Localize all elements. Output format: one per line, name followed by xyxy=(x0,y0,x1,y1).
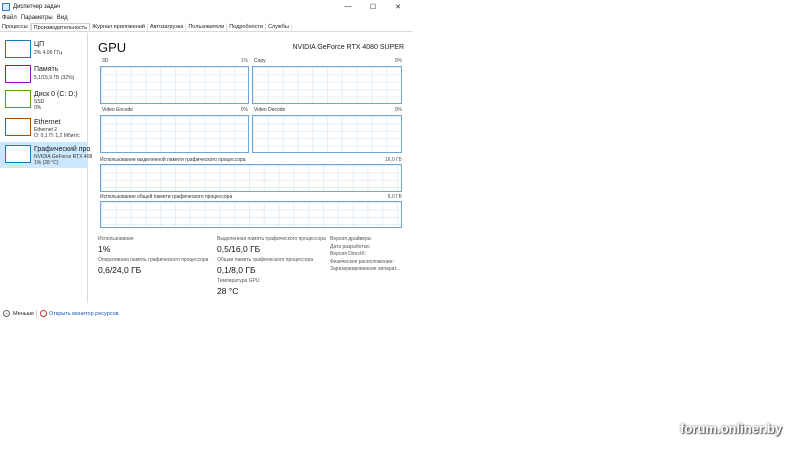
dedicated-memory-value: 0,5/16,0 ГБ xyxy=(217,244,261,254)
menu-file[interactable]: Файл xyxy=(0,13,19,23)
usage-value: 1% xyxy=(98,244,111,254)
tab-users[interactable]: Пользователи xyxy=(186,23,228,31)
gpu-temperature-label: Температура GPU xyxy=(217,278,260,284)
ethernet-thumbnail xyxy=(5,118,31,136)
hardware-reserved-label: Зарезервированная аппарат... xyxy=(330,266,401,272)
engine-pct-video-encode: 0% xyxy=(240,107,248,113)
sidebar-item-label: Диск 0 (C: D:) xyxy=(34,91,78,98)
gpu-memory-value: 0,6/24,0 ГБ xyxy=(98,265,142,275)
tab-performance[interactable]: Производительность xyxy=(30,23,91,31)
memory-thumbnail xyxy=(5,65,31,83)
sidebar-item-detail-2: 0% xyxy=(34,105,42,111)
dedicated-memory-graph-max: 16,0 ГБ xyxy=(384,157,402,163)
task-manager-icon xyxy=(2,2,10,11)
shared-memory-label: Общая память графического процессора xyxy=(217,257,314,263)
sidebar-item-label: ЦП xyxy=(34,41,45,48)
sidebar-item-label: Память xyxy=(34,66,59,73)
tab-services[interactable]: Службы xyxy=(266,23,292,31)
menu-bar: Файл Параметры Вид xyxy=(0,13,70,23)
graph-video-decode xyxy=(252,115,402,153)
gpu-model-name: NVIDIA GeForce RTX 4080 SUPER xyxy=(292,44,404,51)
sidebar-item-detail-2: 1% (28 °C) xyxy=(34,160,59,166)
footer-divider xyxy=(36,310,37,318)
dedicated-memory-label: Выделенная память графического процессор… xyxy=(217,236,326,242)
dedicated-memory-graph-label: Использование выделенной памяти графичес… xyxy=(100,157,246,163)
task-manager-window: Диспетчер задач — ☐ ✕ Файл Параметры Вид… xyxy=(0,0,412,325)
open-resource-monitor-link[interactable]: Открыть монитор ресурсов xyxy=(40,310,119,317)
open-resource-monitor-label: Открыть монитор ресурсов xyxy=(49,310,119,317)
shared-memory-value: 0,1/8,0 ГБ xyxy=(217,265,256,275)
graph-copy xyxy=(252,66,402,104)
sidebar-item-gpu[interactable]: Графический про NVIDIA GeForce RTX 408 1… xyxy=(0,142,92,168)
physical-location-label: Физическое расположение: xyxy=(330,258,394,265)
menu-options[interactable]: Параметры xyxy=(19,13,55,23)
maximize-button[interactable]: ☐ xyxy=(361,0,385,13)
tab-processes[interactable]: Процессы xyxy=(0,23,31,31)
engine-label-copy: Copy xyxy=(254,58,266,64)
tab-app-history[interactable]: Журнал приложений xyxy=(90,23,148,31)
close-button[interactable]: ✕ xyxy=(386,0,410,13)
graph-dedicated-memory xyxy=(100,164,402,192)
usage-label: Использование xyxy=(98,236,134,242)
chevron-up-icon: ˄ xyxy=(3,310,10,317)
engine-pct-3d: 1% xyxy=(240,58,248,64)
fewer-details-label: Меньше xyxy=(13,310,35,317)
sidebar-item-detail-2: О: 0,1 П: 1,2 Мбит/с xyxy=(34,133,80,139)
shared-memory-graph-label: Использование общей памяти графического … xyxy=(100,194,233,200)
footer-bar: ˄ Меньше Открыть монитор ресурсов xyxy=(0,308,412,320)
engine-label-video-decode: Video Decode xyxy=(254,107,286,113)
engine-label-video-encode: Video Encode xyxy=(102,107,134,113)
shared-memory-graph-max: 8,0 ГБ xyxy=(387,194,402,200)
driver-version-label: Версия драйвера: xyxy=(330,236,372,242)
sidebar-item-disk[interactable]: Диск 0 (C: D:) SSD 0% xyxy=(0,87,88,113)
sidebar-item-memory[interactable]: Память 5,1/15,9 ГБ (32%) xyxy=(0,62,88,88)
disk-thumbnail xyxy=(5,90,31,108)
directx-version-label: Версия DirectX: xyxy=(330,251,367,257)
gpu-memory-label: Оперативная память графического процессо… xyxy=(98,257,209,263)
resource-monitor-icon xyxy=(40,310,47,317)
engine-pct-copy: 0% xyxy=(394,58,402,64)
page-title: GPU xyxy=(98,40,127,55)
tab-startup[interactable]: Автозагрузка xyxy=(148,23,187,31)
watermark: forum.onliner.by xyxy=(680,421,782,436)
sidebar-item-cpu[interactable]: ЦП 2% 4,06 ГГц xyxy=(0,37,88,63)
tab-bar: Процессы Производительность Журнал прило… xyxy=(0,23,412,32)
minimize-button[interactable]: — xyxy=(336,0,360,13)
performance-sidebar: ЦП 2% 4,06 ГГц Память 5,1/15,9 ГБ (32%) … xyxy=(0,33,92,303)
graph-3d xyxy=(100,66,249,104)
cpu-thumbnail xyxy=(5,40,31,58)
graph-video-encode xyxy=(100,115,249,153)
gpu-thumbnail xyxy=(5,145,31,163)
engine-label-3d: 3D xyxy=(102,58,109,64)
tab-details[interactable]: Подробности xyxy=(227,23,267,31)
sidebar-item-detail: 2% 4,06 ГГц xyxy=(34,50,63,56)
sidebar-item-detail: 5,1/15,9 ГБ (32%) xyxy=(34,75,75,81)
graph-shared-memory xyxy=(100,201,402,228)
fewer-details-button[interactable]: ˄ Меньше xyxy=(3,310,34,317)
sidebar-item-label: Ethernet xyxy=(34,119,61,126)
sidebar-item-ethernet[interactable]: Ethernet Ethernet 2 О: 0,1 П: 1,2 Мбит/с xyxy=(0,115,88,141)
driver-date-label: Дата разработки: xyxy=(330,243,371,250)
gpu-temperature-value: 28 °C xyxy=(217,286,239,296)
menu-view[interactable]: Вид xyxy=(55,13,70,23)
engine-pct-video-decode: 0% xyxy=(394,107,402,113)
window-title: Диспетчер задач xyxy=(13,3,60,10)
sidebar-item-label: Графический про xyxy=(34,146,91,153)
